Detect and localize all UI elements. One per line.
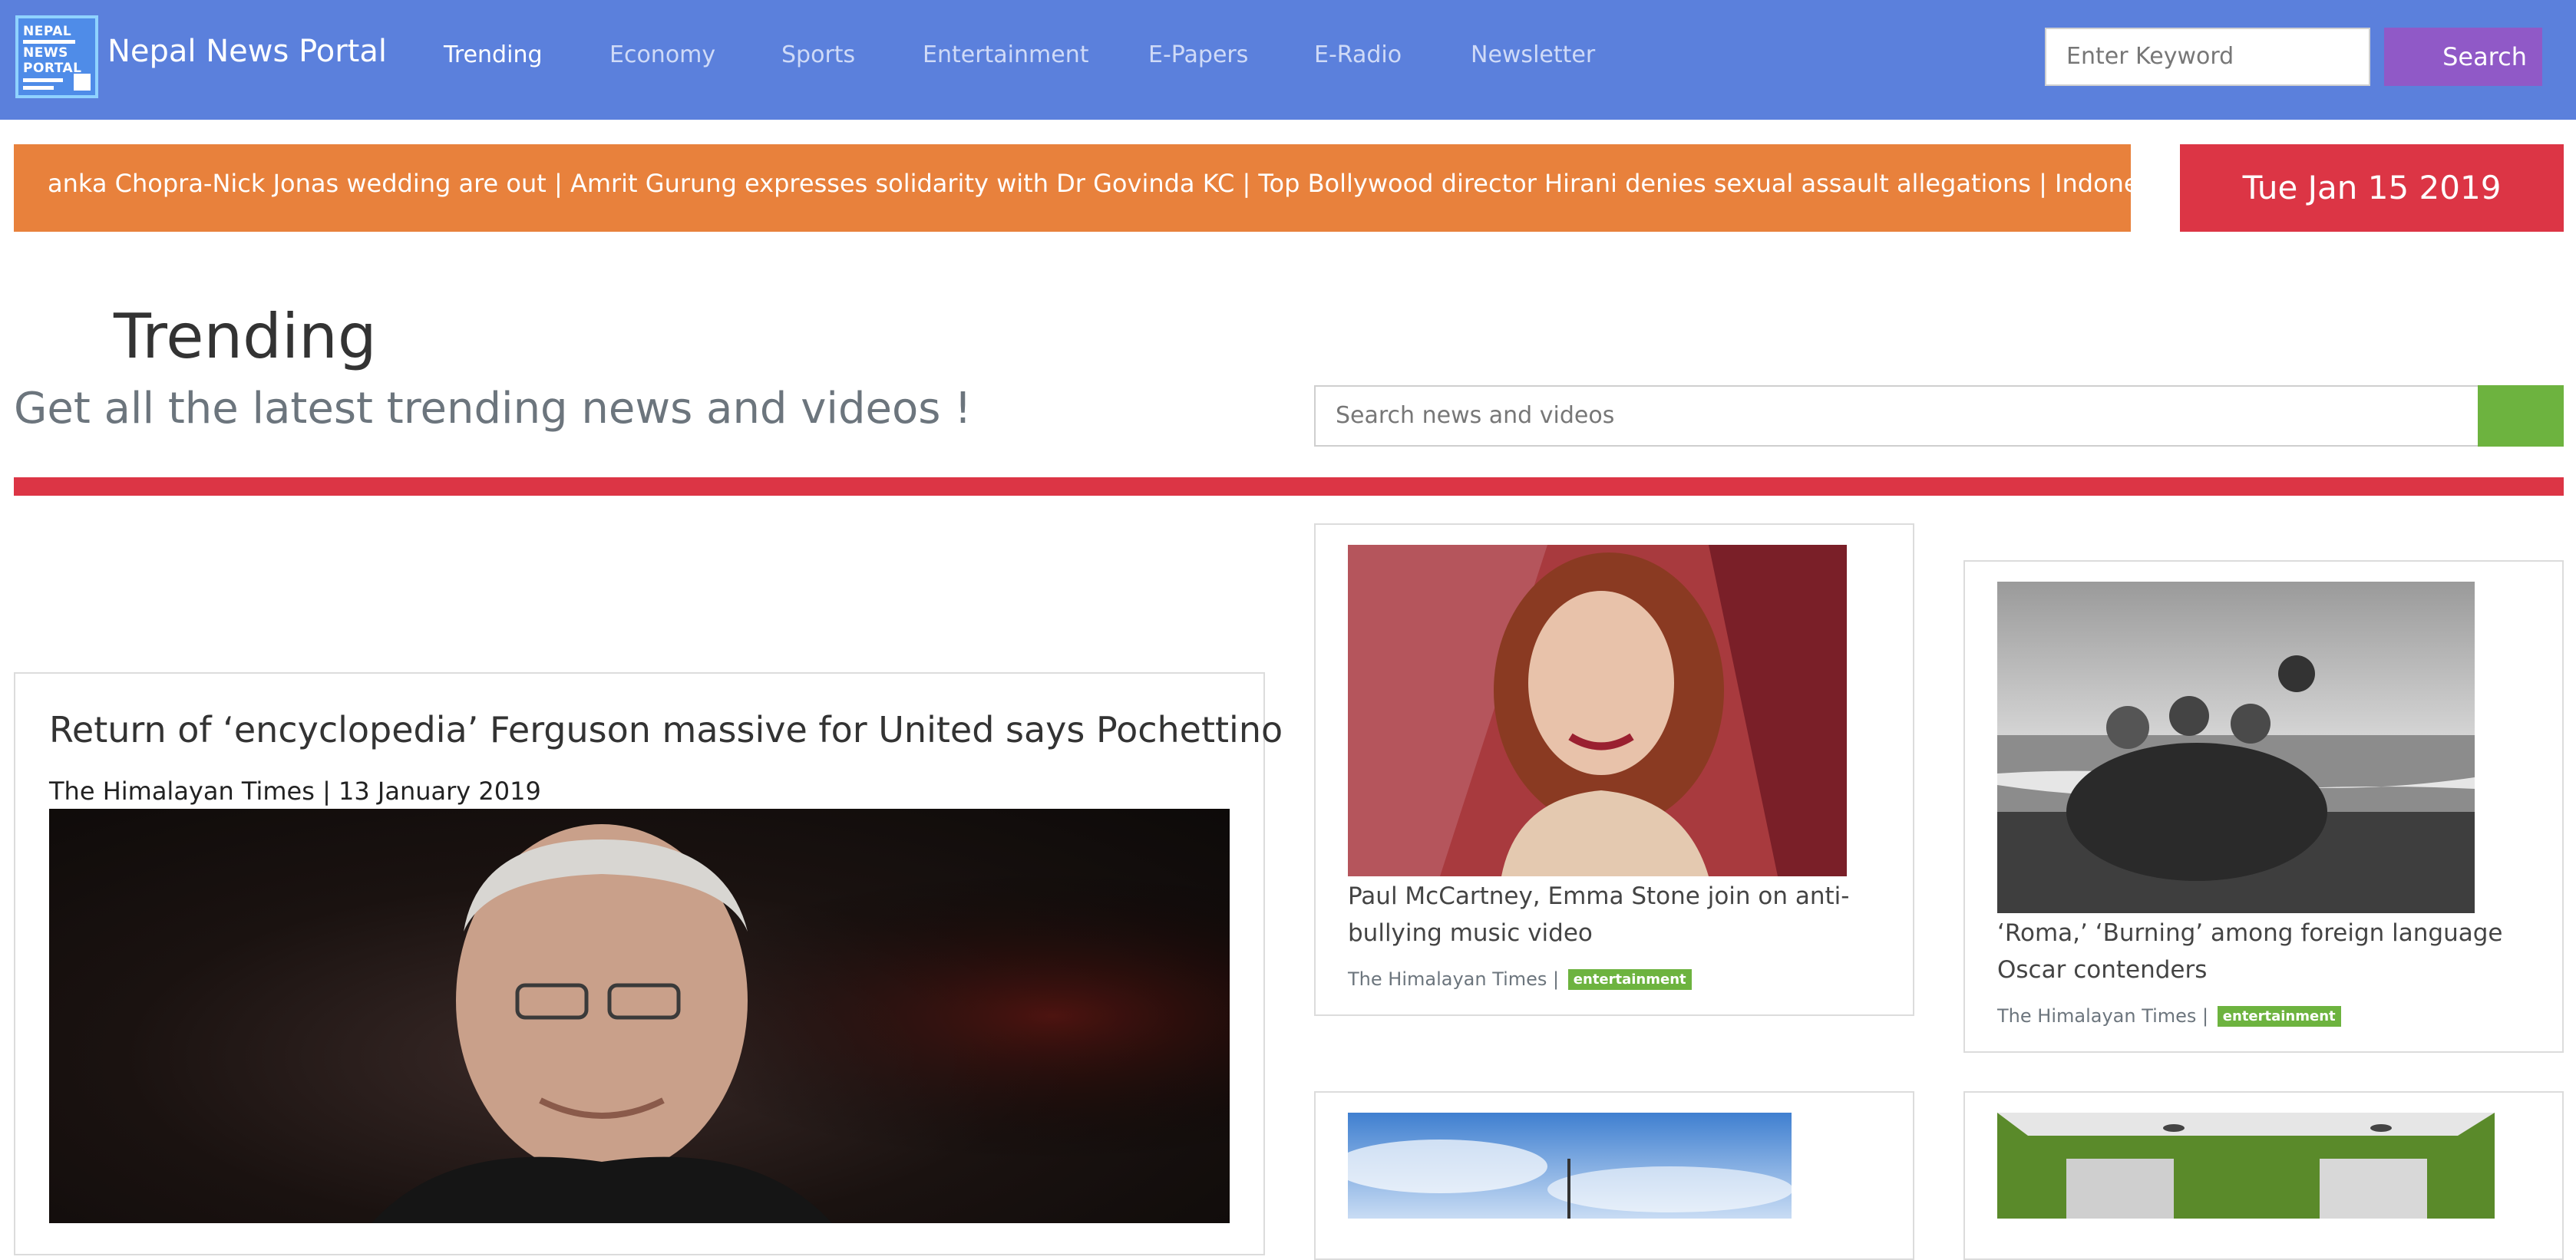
site-brand[interactable]: Nepal News Portal	[107, 34, 387, 69]
article-image[interactable]	[1997, 582, 2475, 913]
news-search-button[interactable]	[2478, 385, 2564, 447]
nav-newsletter[interactable]: Newsletter	[1471, 41, 1595, 68]
featured-article-title[interactable]: Return of ‘encyclopedia’ Ferguson massiv…	[49, 709, 1283, 750]
logo-text-line: NEWS	[23, 45, 68, 61]
featured-article-meta: The Himalayan Times | 13 January 2019	[49, 777, 541, 806]
article-source: The Himalayan Times |	[1348, 968, 1560, 990]
logo[interactable]: NEPAL NEWS PORTAL	[15, 15, 98, 98]
logo-bar	[23, 40, 75, 44]
card-photo	[1348, 545, 1847, 876]
logo-bar	[23, 86, 54, 90]
page-subtitle: Get all the latest trending news and vid…	[14, 384, 972, 434]
logo-text-line: NEPAL	[23, 24, 72, 39]
category-badge[interactable]: entertainment	[2217, 1006, 2341, 1027]
news-ticker[interactable]: anka Chopra-Nick Jonas wedding are out |…	[14, 144, 2131, 232]
featured-article-image[interactable]	[49, 809, 1230, 1223]
news-search-input[interactable]: Search news and videos	[1314, 385, 2479, 447]
nav-economy[interactable]: Economy	[609, 41, 715, 68]
article-image[interactable]	[1348, 1113, 1792, 1219]
article-meta: The Himalayan Times | entertainment	[1348, 968, 1692, 990]
nav-e-papers[interactable]: E-Papers	[1148, 41, 1248, 68]
featured-photo	[49, 809, 1230, 1223]
nav-e-radio[interactable]: E-Radio	[1314, 41, 1402, 68]
article-image[interactable]	[1348, 545, 1847, 876]
section-divider	[14, 477, 2564, 496]
search-button[interactable]: Search	[2384, 28, 2542, 86]
card-photo	[1997, 1113, 2495, 1219]
current-date: Tue Jan 15 2019	[2180, 144, 2564, 232]
ticker-text: anka Chopra-Nick Jonas wedding are out |…	[48, 169, 2131, 198]
article-title[interactable]: ‘Roma,’ ‘Burning’ among foreign language…	[1997, 915, 2535, 988]
page-title: Trending	[114, 301, 377, 372]
card-photo	[1997, 582, 2475, 913]
category-badge[interactable]: entertainment	[1567, 969, 1692, 990]
logo-bar	[23, 78, 63, 82]
logo-square	[74, 74, 91, 91]
article-title[interactable]: Paul McCartney, Emma Stone join on anti-…	[1348, 878, 1870, 952]
nav-entertainment[interactable]: Entertainment	[923, 41, 1088, 68]
article-source: The Himalayan Times |	[1997, 1005, 2209, 1027]
article-meta: The Himalayan Times | entertainment	[1997, 1005, 2341, 1027]
article-image[interactable]	[1997, 1113, 2495, 1219]
nav-sports[interactable]: Sports	[781, 41, 855, 68]
card-photo	[1348, 1113, 1792, 1219]
keyword-search-input[interactable]: Enter Keyword	[2045, 28, 2370, 86]
nav-trending[interactable]: Trending	[444, 41, 543, 68]
